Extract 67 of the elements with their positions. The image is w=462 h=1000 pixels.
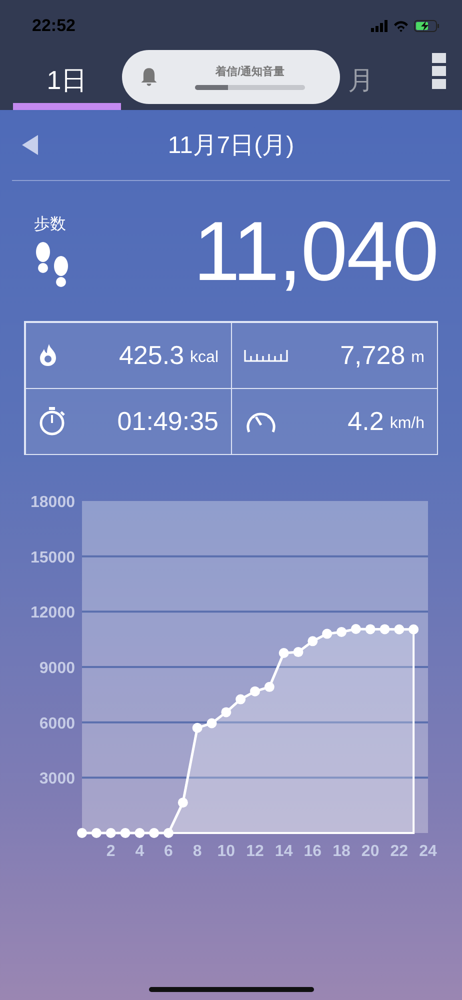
axis-label: 22	[390, 843, 408, 860]
data-point	[106, 828, 116, 838]
flame-icon	[38, 343, 58, 367]
data-point	[134, 828, 145, 838]
axis-label: 16	[304, 843, 322, 860]
stat-value: 7,728	[340, 340, 406, 370]
axis-label: 9000	[39, 660, 75, 677]
steps-label: 歩数	[34, 214, 67, 235]
data-point	[264, 682, 274, 692]
bell-icon	[140, 67, 158, 87]
data-point	[250, 686, 260, 696]
axis-label: 14	[274, 843, 293, 860]
data-point	[278, 648, 289, 658]
data-point	[308, 636, 318, 646]
axis-label: 15000	[30, 549, 75, 566]
data-point	[120, 828, 130, 838]
wifi-icon	[393, 20, 409, 32]
volume-slider[interactable]	[195, 85, 305, 90]
data-point	[380, 624, 390, 634]
status-time: 22:52	[32, 16, 76, 36]
axis-label: 2	[106, 843, 116, 860]
stat-unit: m	[411, 348, 424, 367]
stopwatch-icon	[38, 406, 66, 436]
axis-label: 8	[192, 843, 202, 860]
data-point	[394, 624, 404, 634]
steps-count: 11,040	[193, 202, 438, 300]
data-point	[192, 722, 202, 733]
tab[interactable]: 月	[346, 52, 376, 110]
data-point	[350, 624, 361, 634]
axis-label: 12	[246, 843, 264, 860]
data-point	[77, 828, 87, 838]
data-point	[91, 828, 102, 838]
data-point	[365, 624, 376, 634]
footprints-icon	[34, 241, 70, 288]
data-point	[293, 647, 304, 658]
volume-label: 着信/通知音量	[215, 64, 285, 79]
axis-label: 12000	[30, 604, 75, 622]
back-button[interactable]	[22, 134, 40, 156]
date-title: 11月7日(月)	[168, 131, 294, 161]
data-point	[178, 798, 188, 808]
data-point	[221, 707, 232, 718]
stat-unit: kcal	[190, 348, 218, 367]
triangle-left-icon	[22, 135, 38, 155]
data-point	[149, 828, 160, 838]
axis-label: 4	[135, 843, 144, 860]
axis-label: 18000	[30, 494, 75, 511]
axis-label: 20	[361, 843, 380, 860]
data-point	[408, 624, 419, 634]
stat-value: 425.3	[118, 340, 184, 370]
data-point	[336, 626, 346, 637]
data-point	[164, 828, 174, 838]
axis-label: 10	[217, 843, 236, 860]
data-point	[322, 628, 332, 639]
data-point	[236, 694, 246, 704]
ruler-icon	[244, 348, 288, 362]
data-point	[206, 718, 217, 728]
battery-icon	[414, 20, 440, 32]
axis-label: 3000	[39, 770, 75, 788]
axis-label: 18	[332, 843, 350, 860]
signal-icon	[371, 20, 388, 32]
axis-label: 6	[164, 843, 173, 860]
axis-label: 24	[419, 843, 437, 860]
stat-unit: km/h	[390, 414, 424, 433]
menu-icon[interactable]	[432, 53, 446, 89]
axis-label: 6000	[39, 715, 75, 732]
stat-value: 01:49:35	[117, 406, 218, 436]
stat-value: 4.2	[348, 406, 384, 436]
